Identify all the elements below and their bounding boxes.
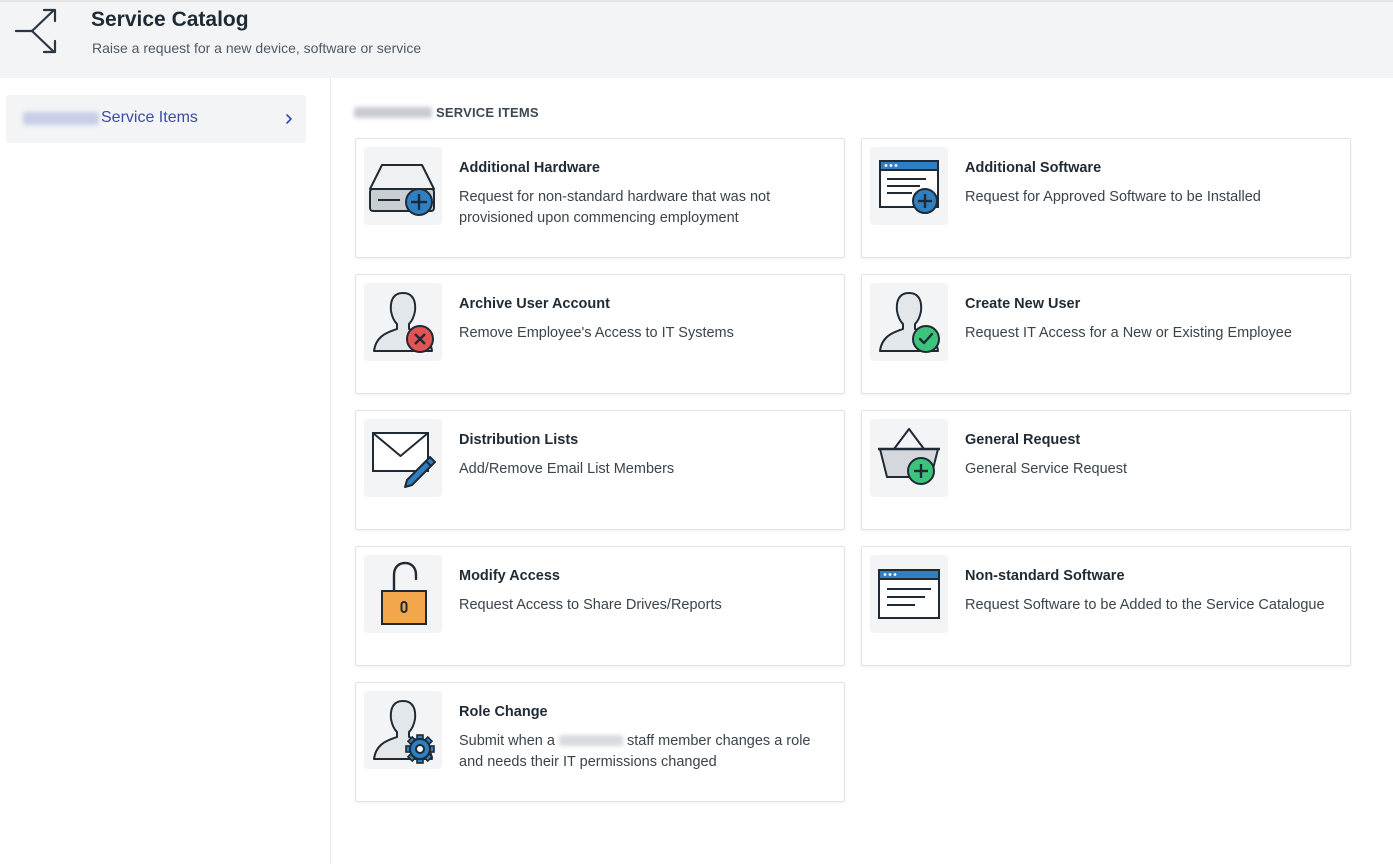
catalog-item-distribution-lists[interactable]: Distribution Lists Add/Remove Email List… <box>355 410 845 530</box>
section-heading-text: SERVICE ITEMS <box>436 105 539 120</box>
catalog-item-additional-hardware[interactable]: Additional Hardware Request for non-stan… <box>355 138 845 258</box>
sidebar-item-label: Service Items <box>101 109 198 126</box>
catalog-item-general-request[interactable]: General Request General Service Request <box>861 410 1351 530</box>
redacted-text <box>354 107 432 118</box>
section-heading: SERVICE ITEMS <box>354 105 539 120</box>
sidebar: Service Items <box>0 78 331 864</box>
card-description: Request IT Access for a New or Existing … <box>965 325 1292 341</box>
card-title: Non-standard Software <box>965 568 1125 584</box>
basket-add-icon <box>870 419 948 497</box>
card-title: Modify Access <box>459 568 560 584</box>
user-add-icon <box>870 283 948 361</box>
software-window-icon <box>870 555 948 633</box>
card-description: Request Access to Share Drives/Reports <box>459 597 722 613</box>
card-title: Distribution Lists <box>459 432 579 448</box>
redacted-text <box>558 735 623 746</box>
catalog-item-role-change[interactable]: Role Change Submit when a staff member c… <box>355 682 845 802</box>
split-arrows-icon <box>14 6 66 54</box>
redacted-text <box>23 112 99 125</box>
card-description: Add/Remove Email List Members <box>459 461 675 477</box>
sidebar-item-service-items[interactable]: Service Items <box>6 95 306 143</box>
card-description: Request for Approved Software to be Inst… <box>965 189 1261 205</box>
catalog-item-create-new-user[interactable]: Create New User Request IT Access for a … <box>861 274 1351 394</box>
card-title: Additional Software <box>965 160 1102 176</box>
user-remove-icon <box>364 283 442 361</box>
page-header: Service Catalog Raise a request for a ne… <box>0 2 1393 78</box>
card-title: Archive User Account <box>459 296 610 312</box>
user-settings-icon <box>364 691 442 769</box>
page-title: Service Catalog <box>91 8 249 31</box>
card-title: Create New User <box>965 296 1081 312</box>
catalog-item-archive-user-account[interactable]: Archive User Account Remove Employee's A… <box>355 274 845 394</box>
catalog-item-modify-access[interactable]: Modify Access Request Access to Share Dr… <box>355 546 845 666</box>
card-title: Role Change <box>459 704 548 720</box>
hardware-add-icon <box>364 147 442 225</box>
catalog-item-non-standard-software[interactable]: Non-standard Software Request Software t… <box>861 546 1351 666</box>
card-description: Remove Employee's Access to IT Systems <box>459 325 734 341</box>
unlocked-padlock-icon <box>364 555 442 633</box>
chevron-right-icon <box>282 112 296 126</box>
description-text-start: Submit when a <box>459 733 555 749</box>
card-description: Submit when a staff member changes a rol… <box>459 731 829 773</box>
card-description: Request Software to be Added to the Serv… <box>965 597 1325 613</box>
card-title: General Request <box>965 432 1081 448</box>
card-description: Request for non-standard hardware that w… <box>459 189 771 226</box>
card-title: Additional Hardware <box>459 160 600 176</box>
software-add-icon <box>870 147 948 225</box>
card-description: General Service Request <box>965 461 1127 477</box>
mail-edit-icon <box>364 419 442 497</box>
page-subtitle: Raise a request for a new device, softwa… <box>92 40 422 56</box>
catalog-item-additional-software[interactable]: Additional Software Request for Approved… <box>861 138 1351 258</box>
